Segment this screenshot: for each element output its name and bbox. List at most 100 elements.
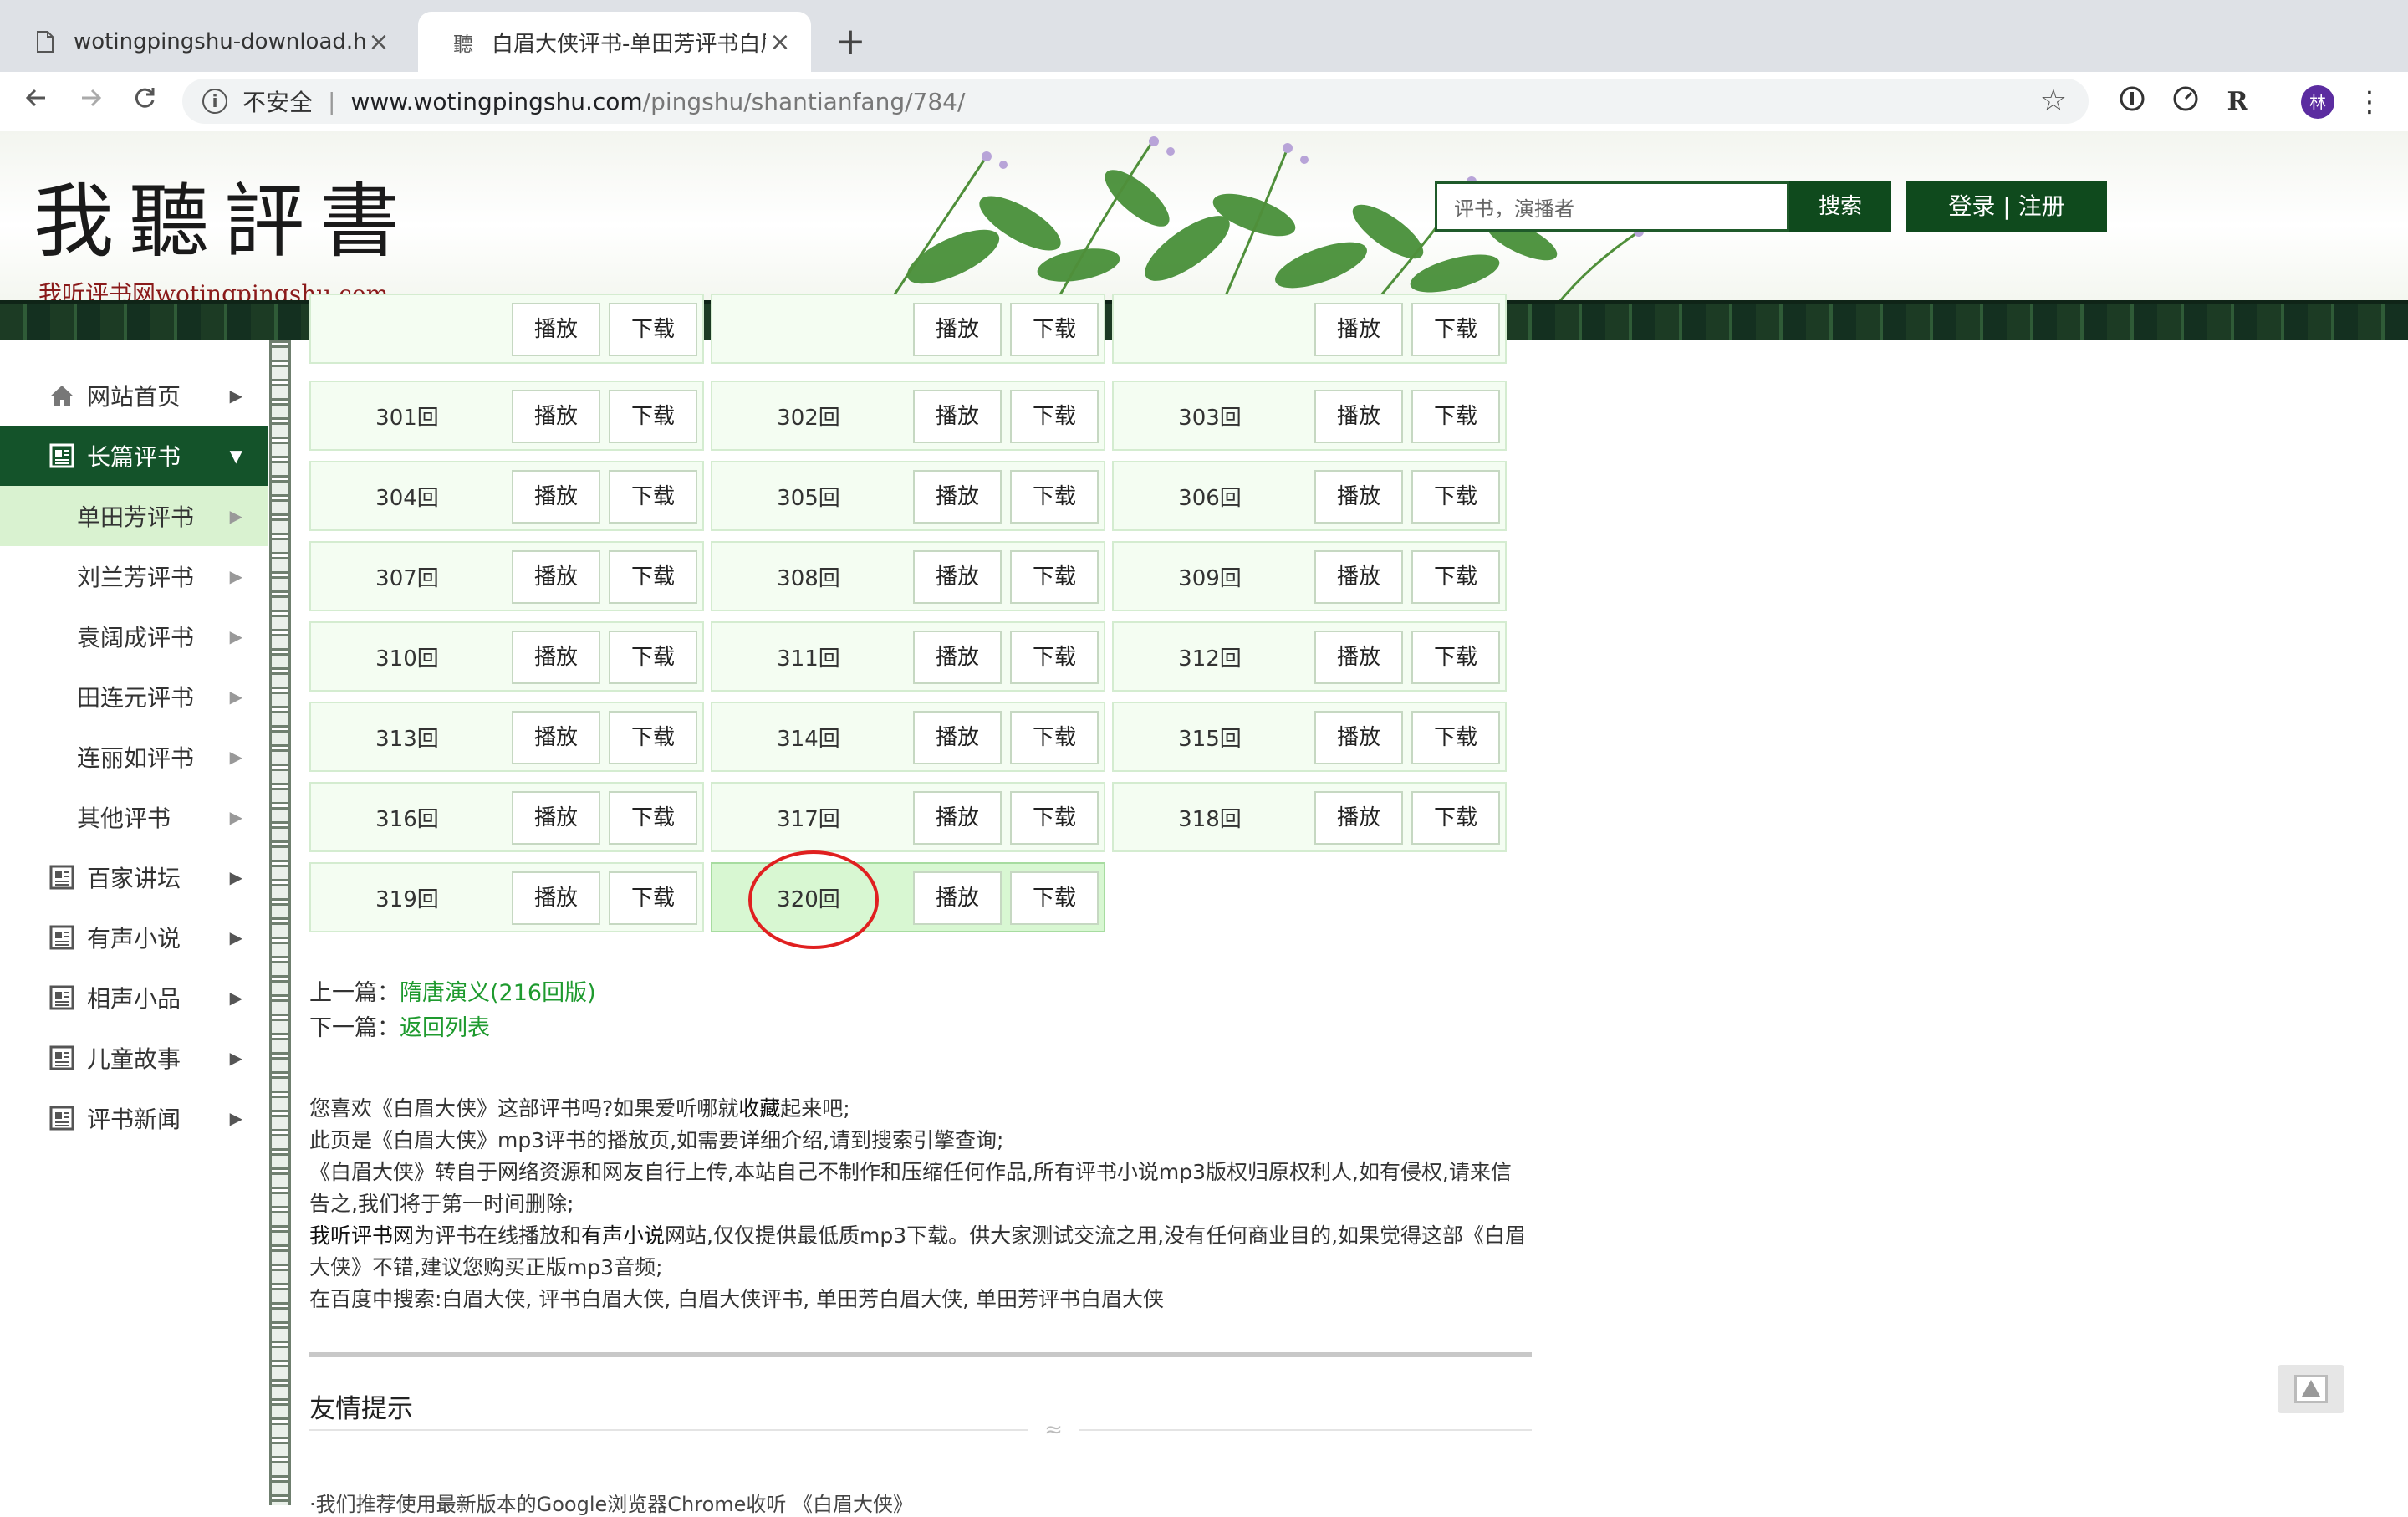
site-logo[interactable]: 我聽評書 我听评书网wotingpingshu.com <box>33 156 415 309</box>
play-button[interactable]: 播放 <box>512 631 600 684</box>
audio-novel-link[interactable]: 有声小说 <box>581 1223 665 1248</box>
back-to-top-button[interactable] <box>2278 1365 2344 1413</box>
sidebar-item-label: 其他评书 <box>77 804 171 832</box>
download-button[interactable]: 下载 <box>1010 550 1099 604</box>
episode-cell: 305回 播放 下载 <box>711 461 1105 531</box>
sidebar-item[interactable]: 百家讲坛 ▶ <box>0 847 268 907</box>
next-link[interactable]: 返回列表 <box>400 1015 490 1041</box>
login-register-button[interactable]: 登录 | 注册 <box>1906 181 2107 232</box>
prev-link[interactable]: 隋唐演义(216回版) <box>400 980 596 1006</box>
site-favicon-icon: 聽 <box>453 32 473 56</box>
play-button[interactable]: 播放 <box>512 871 600 925</box>
download-button[interactable]: 下载 <box>609 711 697 764</box>
download-button[interactable]: 下载 <box>609 390 697 443</box>
download-button[interactable]: 下载 <box>1010 631 1099 684</box>
episode-cell-clipped: 播放 下载 <box>711 294 1105 364</box>
tab-download-html[interactable]: wotingpingshu-download.html × <box>0 12 410 72</box>
sidebar-item[interactable]: 网站首页 ▶ <box>0 365 268 426</box>
download-button[interactable]: 下载 <box>1010 711 1099 764</box>
document-icon <box>48 1106 75 1131</box>
play-button[interactable]: 播放 <box>913 791 1002 845</box>
sidebar-item[interactable]: 相声小品 ▶ <box>0 968 268 1028</box>
play-button[interactable]: 播放 <box>1314 791 1403 845</box>
new-tab-button[interactable]: + <box>832 18 869 65</box>
play-button[interactable]: 播放 <box>1314 390 1403 443</box>
file-icon <box>33 28 57 55</box>
play-button[interactable]: 播放 <box>913 550 1002 604</box>
download-button[interactable]: 下载 <box>1411 303 1500 356</box>
play-button[interactable]: 播放 <box>913 871 1002 925</box>
download-button[interactable]: 下载 <box>1411 390 1500 443</box>
search-input[interactable]: 评书，演播者 <box>1435 181 1789 232</box>
play-button[interactable]: 播放 <box>512 390 600 443</box>
sidebar-item[interactable]: 袁阔成评书 ▶ <box>0 606 268 667</box>
address-bar[interactable]: i 不安全 | www.wotingpingshu.com /pingshu/s… <box>182 79 2089 124</box>
download-button[interactable]: 下载 <box>1010 303 1099 356</box>
sidebar-item[interactable]: 长篇评书 ▼ <box>0 426 268 486</box>
extension-gauge-icon[interactable] <box>2169 85 2202 119</box>
play-button[interactable]: 播放 <box>1314 550 1403 604</box>
play-button[interactable]: 播放 <box>913 390 1002 443</box>
sidebar-item[interactable]: 有声小说 ▶ <box>0 907 268 968</box>
bookmark-link[interactable]: 收藏 <box>738 1096 780 1121</box>
sidebar-item[interactable]: 单田芳评书 ▶ <box>0 486 268 546</box>
download-button[interactable]: 下载 <box>1010 871 1099 925</box>
play-button[interactable]: 播放 <box>512 791 600 845</box>
reload-icon[interactable] <box>125 82 164 120</box>
play-button[interactable]: 播放 <box>913 631 1002 684</box>
episode-label: 301回 <box>375 405 439 431</box>
info-icon[interactable]: i <box>202 89 227 114</box>
play-button[interactable]: 播放 <box>512 470 600 524</box>
menu-kebab-icon[interactable]: ⋮ <box>2353 85 2386 119</box>
play-button[interactable]: 播放 <box>512 303 600 356</box>
play-button[interactable]: 播放 <box>913 711 1002 764</box>
download-button[interactable]: 下载 <box>1411 470 1500 524</box>
download-button[interactable]: 下载 <box>609 631 697 684</box>
download-button[interactable]: 下载 <box>1010 470 1099 524</box>
download-button[interactable]: 下载 <box>609 303 697 356</box>
episode-cell: 306回 播放 下载 <box>1112 461 1507 531</box>
close-icon[interactable]: × <box>365 28 393 57</box>
episode-label: 315回 <box>1178 726 1242 752</box>
site-name-link[interactable]: 我听评书网 <box>309 1223 414 1248</box>
download-button[interactable]: 下载 <box>609 550 697 604</box>
play-button[interactable]: 播放 <box>913 470 1002 524</box>
tab-baimeidaxia[interactable]: 聽 白眉大侠评书-单田芳评书白眉大 × <box>418 12 811 72</box>
download-button[interactable]: 下载 <box>1411 631 1500 684</box>
download-button[interactable]: 下载 <box>609 791 697 845</box>
bookmark-star-icon[interactable]: ☆ <box>2040 84 2067 118</box>
play-button[interactable]: 播放 <box>512 711 600 764</box>
sidebar-item[interactable]: 评书新闻 ▶ <box>0 1088 268 1148</box>
sidebar-item[interactable]: 田连元评书 ▶ <box>0 667 268 727</box>
sidebar-item[interactable]: 连丽如评书 ▶ <box>0 727 268 787</box>
episode-cell-clipped: 播放 下载 <box>1112 294 1507 364</box>
search-button[interactable]: 搜索 <box>1789 181 1891 232</box>
download-button[interactable]: 下载 <box>1411 550 1500 604</box>
sidebar-item[interactable]: 其他评书 ▶ <box>0 787 268 847</box>
play-button[interactable]: 播放 <box>1314 631 1403 684</box>
play-button[interactable]: 播放 <box>512 550 600 604</box>
extension-1password-icon[interactable] <box>2115 85 2149 119</box>
download-button[interactable]: 下载 <box>1411 791 1500 845</box>
sidebar-item-label: 有声小说 <box>87 925 181 953</box>
download-button[interactable]: 下载 <box>609 470 697 524</box>
play-button[interactable]: 播放 <box>1314 711 1403 764</box>
download-button[interactable]: 下载 <box>609 871 697 925</box>
close-icon[interactable]: × <box>766 28 794 57</box>
sidebar-item[interactable]: 儿童故事 ▶ <box>0 1028 268 1088</box>
download-button[interactable]: 下载 <box>1010 390 1099 443</box>
forward-arrow-icon[interactable] <box>72 82 110 120</box>
back-arrow-icon[interactable] <box>17 82 55 120</box>
episode-cell: 307回 播放 下载 <box>309 541 704 611</box>
download-button[interactable]: 下载 <box>1411 711 1500 764</box>
profile-avatar[interactable]: 林 <box>2301 85 2334 119</box>
play-button[interactable]: 播放 <box>1314 303 1403 356</box>
intro-line: 《白眉大侠》转自于网络资源和网友自行上传,本站自己不制作和压缩任何作品,所有评书… <box>309 1160 1512 1216</box>
play-button[interactable]: 播放 <box>1314 470 1403 524</box>
extension-r-icon[interactable]: R <box>2221 85 2254 119</box>
play-button[interactable]: 播放 <box>913 303 1002 356</box>
up-arrow-icon <box>2294 1375 2328 1403</box>
download-button[interactable]: 下载 <box>1010 791 1099 845</box>
sidebar-item[interactable]: 刘兰芳评书 ▶ <box>0 546 268 606</box>
next-label: 下一篇： <box>309 1015 400 1041</box>
